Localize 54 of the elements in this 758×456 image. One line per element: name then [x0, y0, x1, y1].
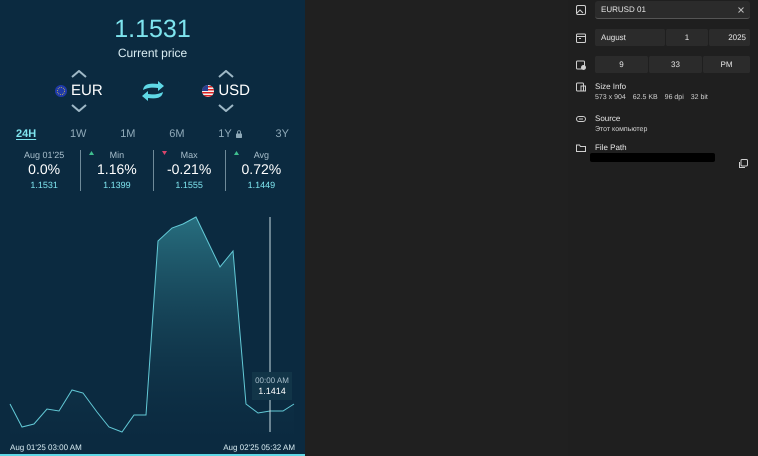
stat-label: Min [110, 150, 124, 161]
range-tab[interactable]: 3Y [275, 128, 289, 140]
image-icon [576, 5, 586, 15]
minute-picker[interactable]: 33 [649, 56, 702, 73]
stat-value: 1.1531 [30, 179, 58, 191]
day-picker[interactable]: 1 [666, 29, 708, 46]
copy-icon[interactable] [738, 159, 748, 169]
image-size-icon [576, 82, 586, 92]
stat-label: Avg [254, 150, 270, 161]
chevron-up-icon[interactable] [218, 70, 234, 78]
range-tab[interactable]: 1Y [218, 128, 232, 140]
stat-label: Max [180, 150, 198, 161]
info-label: Size Info [595, 82, 626, 92]
trend-icon [234, 151, 239, 155]
axis-label: Aug 02'25 05:32 AM [223, 443, 295, 453]
range-tab[interactable]: 1M [120, 128, 136, 140]
info-label: Source [595, 114, 620, 124]
chevron-down-icon[interactable] [218, 104, 234, 112]
chevron-down-icon[interactable] [70, 104, 87, 112]
axis-label: Aug 01'25 03:00 AM [10, 443, 82, 453]
clock-calendar-icon [576, 60, 586, 70]
info-label: File Path [595, 143, 627, 153]
chevron-up-icon[interactable] [70, 70, 87, 78]
link-icon [576, 114, 586, 124]
year-picker[interactable]: 2025 [709, 29, 750, 46]
range-tab[interactable]: 1W [70, 128, 86, 140]
trend-icon [89, 151, 94, 155]
stat-change: 0.72% [242, 161, 282, 178]
trend-icon [162, 151, 166, 155]
stat-change: -0.21% [166, 161, 212, 178]
stat-value: 1.1399 [103, 179, 131, 191]
stat-value: 1.1449 [248, 179, 276, 191]
current-price: 1.1531 [114, 14, 191, 44]
range-tab[interactable]: 24H [16, 128, 36, 140]
stat-label: Aug 01'25 [24, 150, 64, 161]
folder-icon [576, 143, 586, 153]
stat-change: 0.0% [28, 161, 60, 178]
hour-picker[interactable]: 9 [595, 56, 648, 73]
tooltip-time: 00:00 AM [255, 376, 289, 386]
ampm-picker[interactable]: PM [703, 56, 750, 73]
month-picker[interactable]: August [595, 29, 665, 46]
range-tab[interactable]: 6M [169, 128, 184, 140]
currency-code[interactable]: USD [218, 82, 250, 100]
stat-value: 1.1555 [175, 179, 203, 191]
price-caption: Current price [118, 46, 188, 60]
stat-change: 1.16% [97, 161, 137, 178]
swap-icon[interactable] [140, 80, 166, 102]
calendar-icon [576, 32, 586, 42]
title-field[interactable]: EURUSD 01 [595, 1, 750, 19]
flag-icon [55, 85, 67, 97]
tooltip-value: 1.1414 [258, 386, 286, 396]
flag-icon [202, 85, 214, 97]
close-icon[interactable] [738, 6, 744, 12]
currency-code[interactable]: EUR [71, 82, 103, 100]
